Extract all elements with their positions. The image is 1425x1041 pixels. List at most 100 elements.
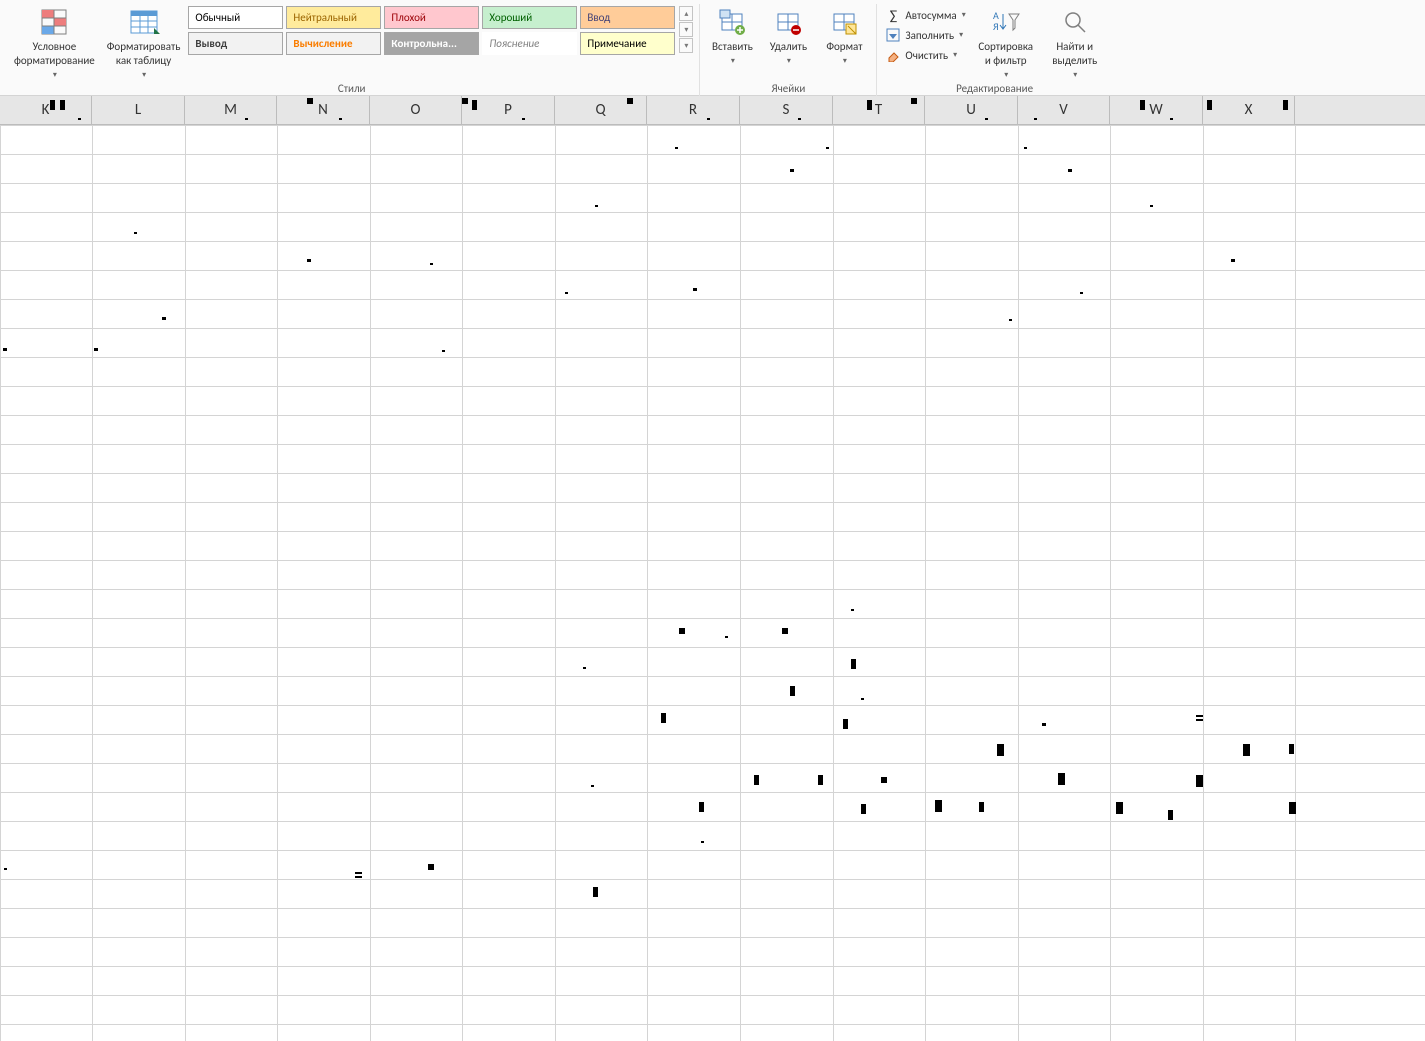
- group-cells: Вставить ▾ Удалить ▾: [700, 4, 877, 96]
- gridline-row: [0, 589, 1425, 590]
- column-header-W[interactable]: W: [1110, 96, 1203, 124]
- cell-content: [661, 713, 666, 723]
- insert-cells-icon: [716, 6, 748, 38]
- column-header-Q[interactable]: Q: [555, 96, 647, 124]
- sigma-icon: ∑: [885, 7, 901, 23]
- header-mark: [1170, 118, 1173, 120]
- style-note[interactable]: Примечание: [580, 32, 675, 55]
- gridline-row: [0, 966, 1425, 967]
- cell-content: [861, 698, 864, 700]
- header-mark: [1283, 100, 1288, 110]
- column-header-N[interactable]: N: [277, 96, 370, 124]
- autosum-button[interactable]: ∑ Автосумма ▾: [883, 6, 967, 24]
- column-header-V[interactable]: V: [1018, 96, 1110, 124]
- fill-button[interactable]: Заполнить ▾: [883, 26, 967, 44]
- sort-filter-button[interactable]: А Я Сортировка и фильтр ▾: [972, 4, 1040, 82]
- clear-button[interactable]: Очистить ▾: [883, 46, 967, 64]
- cell-content: [679, 628, 685, 634]
- style-check[interactable]: Контрольна...: [384, 32, 479, 55]
- cell-content: [725, 636, 728, 638]
- gridline-row: [0, 299, 1425, 300]
- gallery-more-button[interactable]: ▾: [679, 38, 693, 53]
- group-styles-label: Стили: [4, 82, 699, 95]
- chevron-down-icon: ▾: [142, 70, 146, 80]
- gridline-row: [0, 183, 1425, 184]
- header-mark: [1140, 100, 1145, 110]
- cell-content: [699, 802, 704, 812]
- cell-content: [1289, 802, 1296, 814]
- insert-label: Вставить: [712, 40, 753, 54]
- fill-label: Заполнить: [905, 29, 954, 42]
- format-as-table-button[interactable]: Форматировать как таблицу ▾: [103, 4, 185, 82]
- cell-content: [851, 659, 856, 669]
- gridline-row: [0, 386, 1425, 387]
- insert-button[interactable]: Вставить ▾: [706, 4, 758, 68]
- header-mark: [60, 100, 65, 110]
- gallery-down-button[interactable]: ▾: [679, 22, 693, 37]
- style-neutral[interactable]: Нейтральный: [286, 6, 381, 29]
- style-bad[interactable]: Плохой: [384, 6, 479, 29]
- gridline-row: [0, 676, 1425, 677]
- conditional-formatting-icon: [38, 6, 70, 38]
- gridline-col: [370, 125, 371, 1041]
- eraser-icon: [885, 47, 901, 63]
- header-mark: [472, 100, 477, 110]
- worksheet-grid[interactable]: [0, 125, 1425, 1041]
- column-header-X[interactable]: X: [1203, 96, 1295, 124]
- conditional-formatting-button[interactable]: Условное форматирование ▾: [10, 4, 99, 82]
- cell-content: [134, 232, 137, 234]
- cell-content: [818, 775, 823, 785]
- cell-content: [790, 169, 794, 172]
- gridline-row: [0, 560, 1425, 561]
- header-mark: [339, 118, 342, 120]
- group-styles: Условное форматирование ▾ Форматировать: [4, 4, 700, 96]
- header-mark: [985, 118, 988, 120]
- column-header-R[interactable]: R: [647, 96, 740, 124]
- cell-content: [593, 887, 598, 897]
- cell-content: [591, 785, 594, 787]
- style-input[interactable]: Ввод: [580, 6, 675, 29]
- cell-content: [1289, 744, 1294, 754]
- cell-content: [162, 317, 166, 320]
- sort-filter-label: Сортировка и фильтр: [978, 40, 1033, 68]
- cell-content: [1009, 319, 1012, 321]
- gridline-row: [0, 531, 1425, 532]
- style-good[interactable]: Хороший: [482, 6, 577, 29]
- cell-content: [428, 864, 434, 870]
- header-mark: [50, 100, 55, 110]
- cell-content: [430, 263, 433, 265]
- gridline-col: [833, 125, 834, 1041]
- header-mark: [867, 100, 872, 110]
- group-cells-label: Ячейки: [700, 82, 876, 95]
- column-header-U[interactable]: U: [925, 96, 1018, 124]
- header-mark: [522, 118, 525, 120]
- chevron-down-icon: ▾: [787, 56, 791, 66]
- gallery-up-button[interactable]: ▴: [679, 6, 693, 21]
- cell-content: [851, 609, 854, 611]
- gridline-row: [0, 444, 1425, 445]
- column-header-L[interactable]: L: [92, 96, 185, 124]
- header-mark: [911, 98, 917, 104]
- column-header-M[interactable]: M: [185, 96, 277, 124]
- format-button[interactable]: Формат ▾: [818, 4, 870, 68]
- header-mark: [307, 98, 313, 104]
- table-icon: [128, 6, 160, 38]
- ribbon: Условное форматирование ▾ Форматировать: [0, 0, 1425, 96]
- style-explain[interactable]: Пояснение: [482, 32, 577, 55]
- style-output[interactable]: Вывод: [188, 32, 283, 55]
- gridline-row: [0, 415, 1425, 416]
- style-normal[interactable]: Обычный: [188, 6, 283, 29]
- delete-cells-icon: [772, 6, 804, 38]
- style-calc[interactable]: Вычисление: [286, 32, 381, 55]
- gridline-row: [0, 792, 1425, 793]
- find-select-button[interactable]: Найти и выделить ▾: [1044, 4, 1106, 82]
- gridline-row: [0, 328, 1425, 329]
- gridline-row: [0, 908, 1425, 909]
- fill-down-icon: [885, 27, 901, 43]
- gridline-row: [0, 212, 1425, 213]
- delete-button[interactable]: Удалить ▾: [762, 4, 814, 68]
- column-header-O[interactable]: O: [370, 96, 462, 124]
- column-header-S[interactable]: S: [740, 96, 833, 124]
- gridline-row: [0, 241, 1425, 242]
- gridline-col: [92, 125, 93, 1041]
